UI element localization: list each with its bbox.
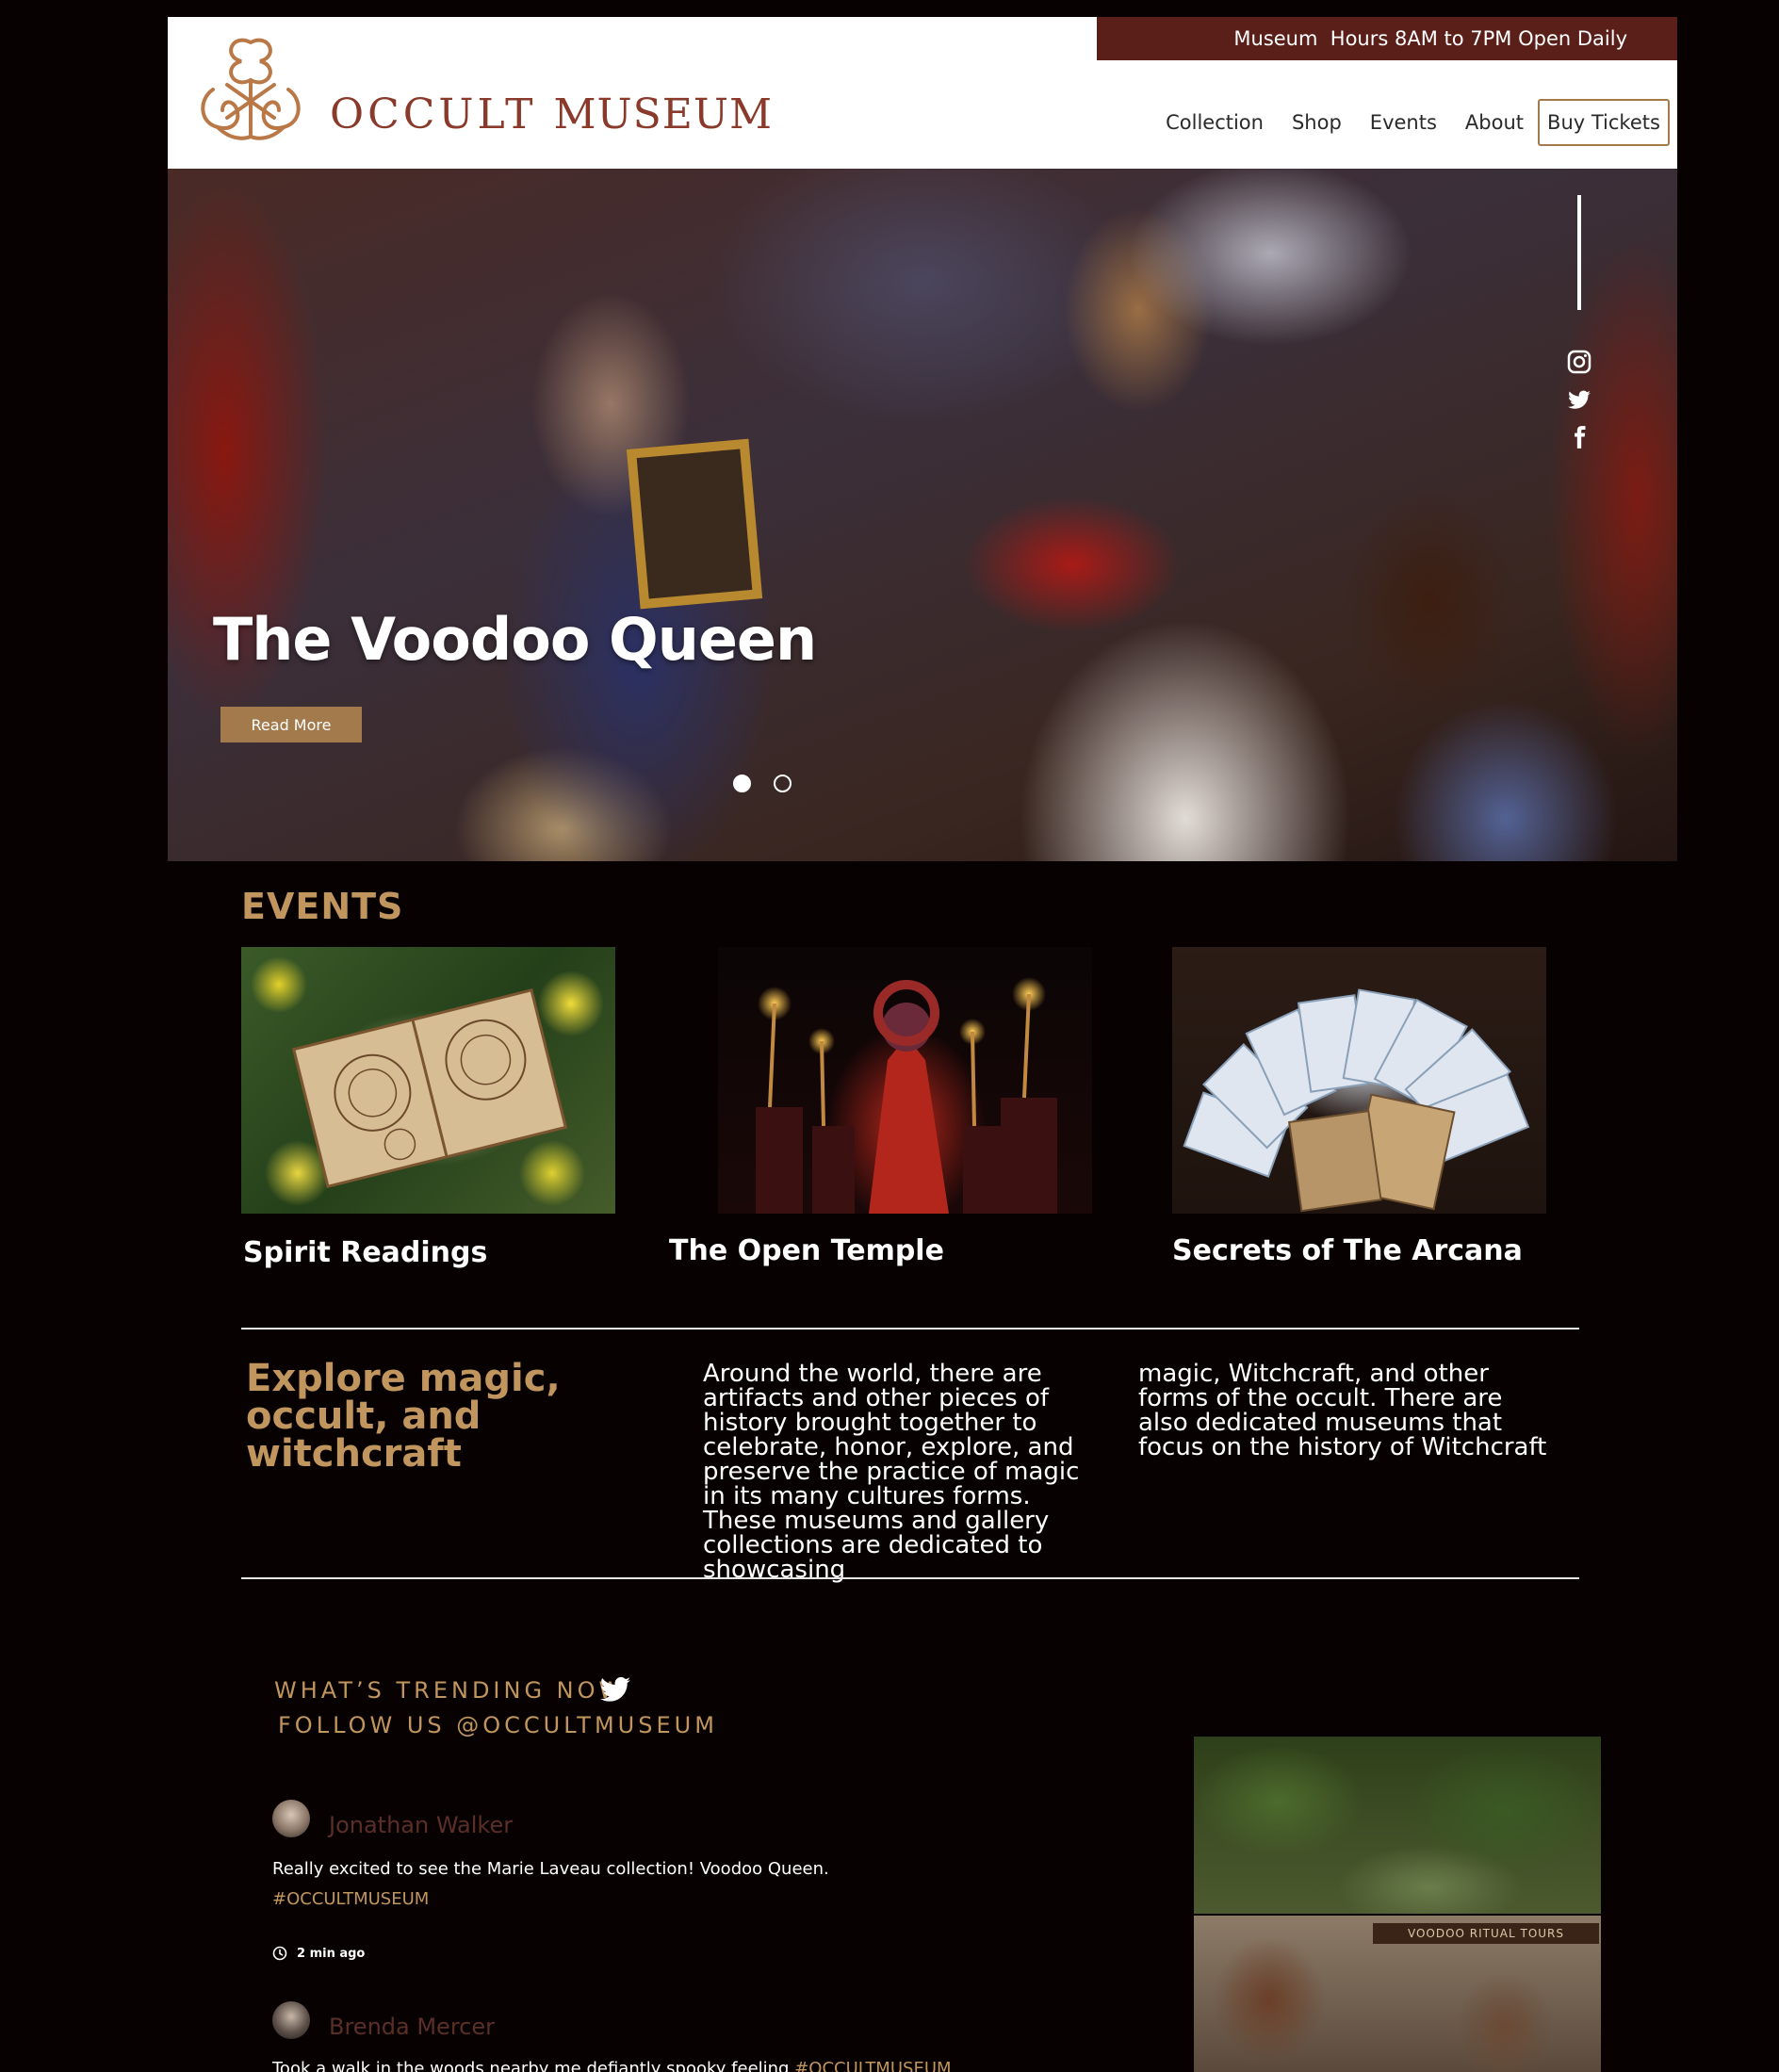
tweet-timestamp: 2 min ago	[272, 1946, 365, 1961]
slide-dot-2[interactable]	[774, 775, 792, 792]
event-image-spirit-readings[interactable]	[241, 947, 615, 1214]
shop-sign: VOODOO RITUAL TOURS	[1373, 1923, 1599, 1944]
hero-painting-detail	[626, 438, 763, 610]
trending-photo[interactable]: VOODOO RITUAL TOURS	[1194, 1737, 1601, 2072]
logo-wordmark[interactable]: OCCULT MUSEUM	[330, 94, 773, 136]
logo-icon[interactable]	[194, 33, 307, 150]
logo-word-museum: MUSEUM	[553, 90, 773, 139]
events-heading: EVENTS	[241, 886, 404, 927]
social-divider	[1577, 195, 1581, 310]
torch-procession-illustration	[756, 980, 1057, 1214]
hero-title: The Voodoo Queen	[213, 605, 817, 674]
tweet-hashtag-link[interactable]: #OCCULTMUSEUM	[794, 2059, 951, 2072]
event-title-open-temple[interactable]: The Open Temple	[669, 1234, 944, 1267]
tweet-author-name[interactable]: Brenda Mercer	[329, 2014, 495, 2040]
nav-events[interactable]: Events	[1370, 111, 1437, 134]
grimoire-book-illustration	[291, 987, 568, 1189]
divider-top	[241, 1328, 1579, 1330]
facebook-icon[interactable]	[1567, 425, 1591, 449]
twitter-icon[interactable]	[1567, 387, 1591, 412]
hours-banner: Museum Hours 8AM to 7PM Open Daily	[1097, 17, 1677, 60]
tweet-text: Really excited to see the Marie Laveau c…	[272, 1859, 829, 1879]
tweet-hashtag-link[interactable]: #OCCULTMUSEUM	[272, 1889, 429, 1909]
trending-photo-shopfront: VOODOO RITUAL TOURS	[1194, 1916, 1601, 2072]
tweet-text-body: Took a walk in the woods nearby me defia…	[272, 2059, 795, 2072]
about-heading: Explore magic, occult, and witchcraft	[246, 1357, 561, 1476]
logo-word-occult: OCCULT	[330, 90, 537, 139]
nav-collection[interactable]: Collection	[1166, 111, 1264, 134]
tarot-cards-illustration	[1183, 988, 1530, 1213]
read-more-button[interactable]: Read More	[220, 707, 362, 742]
tweet-author-name[interactable]: Jonathan Walker	[329, 1812, 513, 1838]
tweet-text: Took a walk in the woods nearby me defia…	[272, 2059, 952, 2072]
about-text-column-1: Around the world, there are artifacts an…	[703, 1360, 1080, 1584]
avatar[interactable]	[272, 1800, 310, 1837]
slide-dot-1[interactable]	[733, 775, 751, 792]
buy-tickets-button[interactable]: Buy Tickets	[1538, 99, 1670, 146]
about-text-column-2: magic, Witchcraft, and other forms of th…	[1138, 1360, 1547, 1461]
tweet-time-label: 2 min ago	[297, 1946, 366, 1961]
twitter-icon[interactable]	[596, 1672, 634, 1705]
nav-shop[interactable]: Shop	[1292, 111, 1342, 134]
trending-photo-garden	[1194, 1737, 1601, 1914]
event-title-spirit-readings[interactable]: Spirit Readings	[243, 1236, 487, 1269]
hero-slider: The Voodoo Queen Read More	[168, 169, 1677, 861]
trending-heading: WHAT’S TRENDING NOW	[274, 1677, 626, 1704]
instagram-icon[interactable]	[1567, 350, 1591, 374]
follow-handle-link[interactable]: FOLLOW US @OCCULTMUSEUM	[278, 1712, 718, 1738]
main-nav: Collection Shop Events About Buy Tickets	[1137, 99, 1670, 146]
site-header: Museum Hours 8AM to 7PM Open Daily OCCUL…	[168, 17, 1677, 169]
event-title-secrets-arcana[interactable]: Secrets of The Arcana	[1172, 1234, 1523, 1267]
divider-bottom	[241, 1577, 1579, 1579]
nav-about[interactable]: About	[1465, 111, 1524, 134]
avatar[interactable]	[272, 2001, 310, 2039]
event-image-secrets-arcana[interactable]	[1172, 947, 1546, 1214]
clock-icon	[272, 1946, 287, 1961]
event-image-open-temple[interactable]	[718, 947, 1092, 1214]
